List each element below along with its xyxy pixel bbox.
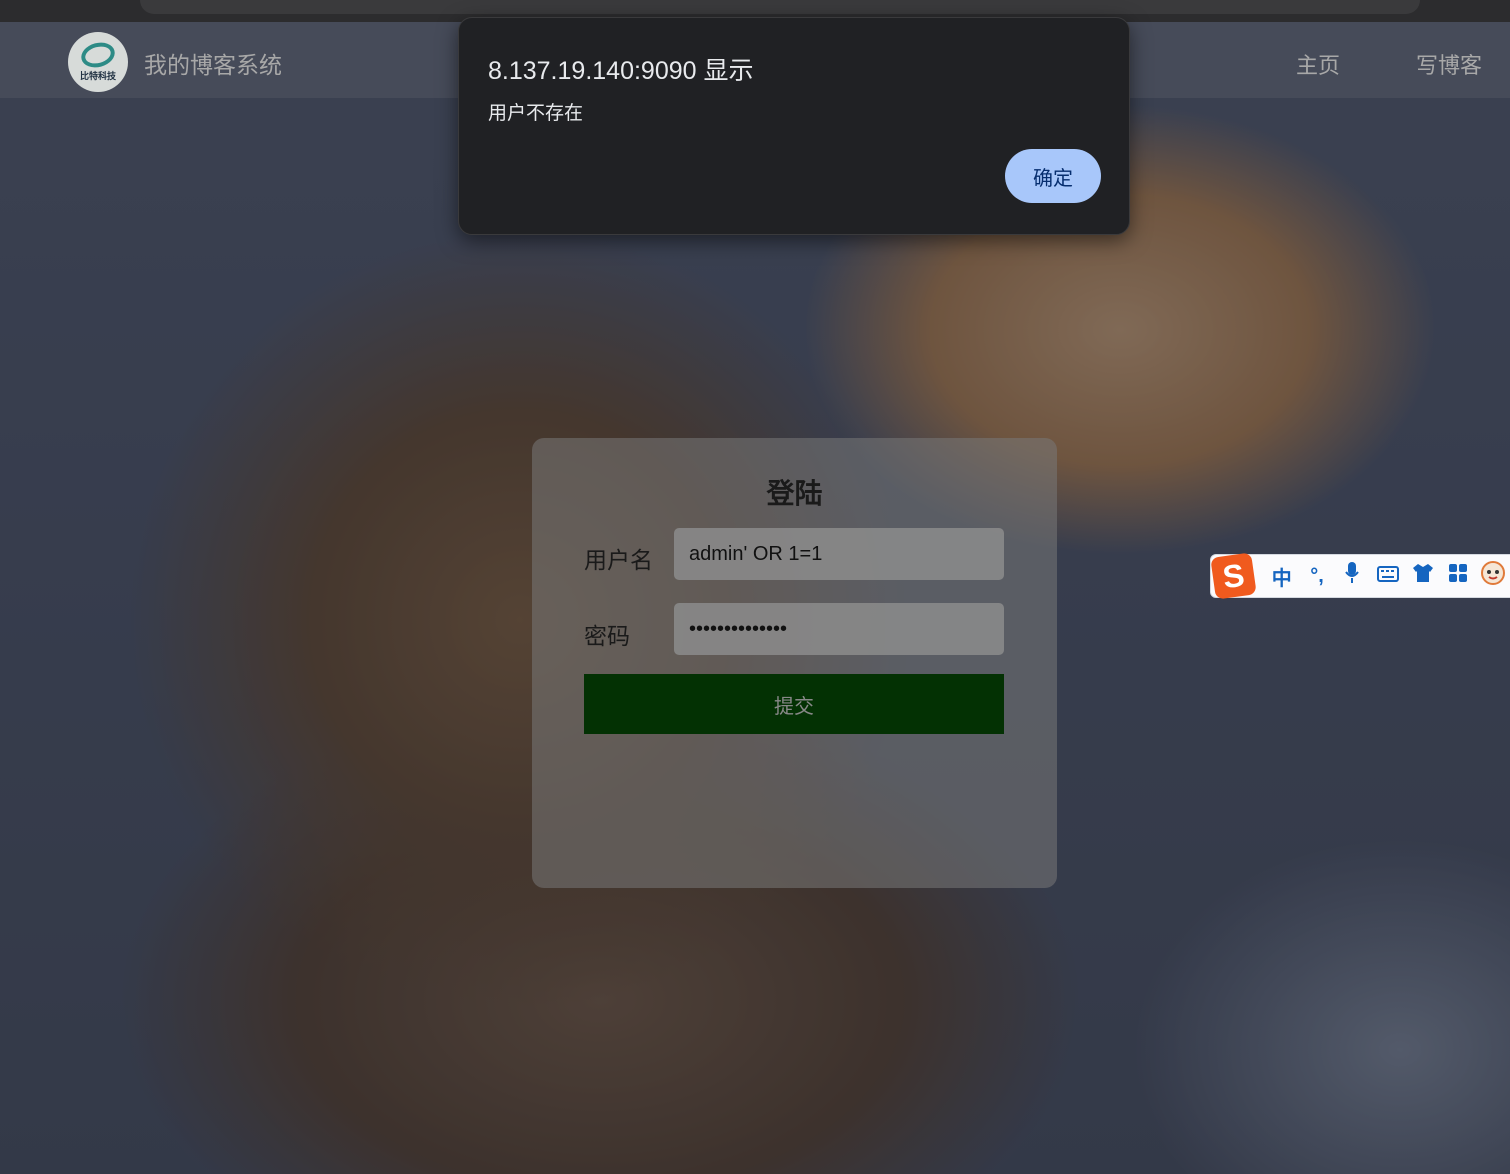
login-panel: 登陆 用户名 密码 提交: [532, 438, 1057, 888]
toolbox-icon[interactable]: [1440, 563, 1475, 589]
login-title: 登陆: [766, 478, 823, 509]
username-input[interactable]: [674, 528, 1004, 580]
ime-toolbar: S 中 °,: [1210, 552, 1510, 600]
mascot-icon[interactable]: [1476, 561, 1510, 591]
site-logo[interactable]: 比特科技: [68, 32, 128, 92]
dialog-title: 8.137.19.140:9090 显示: [488, 57, 754, 85]
address-bar[interactable]: [140, 0, 1420, 14]
dialog-message: 用户不存在: [488, 103, 584, 124]
logo-mark-icon: [78, 38, 118, 71]
alert-dialog: 8.137.19.140:9090 显示 用户不存在 确定: [458, 17, 1130, 235]
keyboard-icon[interactable]: [1370, 565, 1405, 588]
nav-link-home[interactable]: 主页: [1296, 48, 1340, 80]
nav-link-write-blog[interactable]: 写博客: [1416, 48, 1482, 80]
password-label: 密码: [584, 623, 630, 649]
username-label: 用户名: [584, 547, 653, 573]
skin-icon[interactable]: [1405, 563, 1440, 589]
sogou-logo-icon[interactable]: S: [1210, 552, 1257, 600]
microphone-icon[interactable]: [1335, 562, 1370, 590]
password-input[interactable]: [674, 603, 1004, 655]
ime-mode-toggle[interactable]: 中: [1264, 562, 1299, 591]
ime-punctuation-toggle[interactable]: °,: [1299, 565, 1334, 588]
submit-button[interactable]: 提交: [584, 674, 1004, 734]
site-title: 我的博客系统: [144, 52, 282, 78]
logo-text: 比特科技: [79, 70, 116, 81]
ok-button[interactable]: 确定: [1005, 149, 1101, 203]
